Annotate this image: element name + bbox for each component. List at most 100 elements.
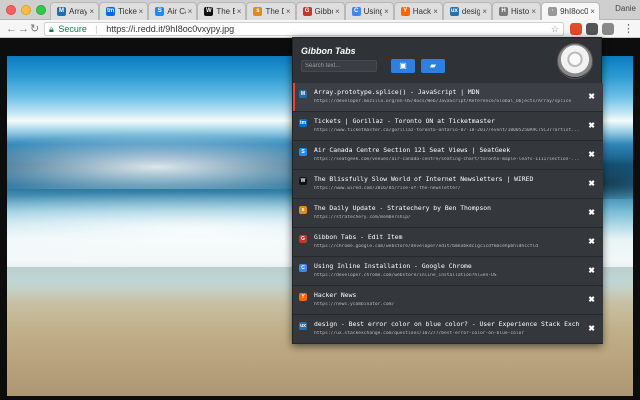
close-tab-icon[interactable]: × <box>286 7 291 16</box>
history-icon: H <box>498 7 508 16</box>
chrome-icon: C <box>351 7 361 16</box>
close-tab-icon[interactable]: × <box>590 7 595 16</box>
browser-tab[interactable]: HHistory× <box>491 2 542 20</box>
close-icon[interactable]: ✖ <box>588 121 595 131</box>
tab-title: Gibbon Tabs - Edit Item <box>314 233 403 241</box>
browser-tab-label: 9hI8oc0 <box>560 7 589 16</box>
hackernews-icon: Y <box>299 293 307 301</box>
tab-url: https://www.wired.com/2016/05/rise-of-th… <box>314 186 461 191</box>
extension-icon[interactable] <box>586 23 598 35</box>
close-icon[interactable]: ✖ <box>588 295 595 305</box>
forward-icon[interactable]: → <box>18 23 29 35</box>
tab-url: https://news.ycombinator.com/ <box>314 302 395 307</box>
tab-list-item[interactable]: G Gibbon Tabs - Edit Item https://chrome.g… <box>293 228 603 257</box>
tab-url: https://stratechery.com/membership/ <box>314 215 411 220</box>
ticketmaster-icon: tm <box>106 7 116 16</box>
browser-tab[interactable]: CUsing In× <box>344 2 394 20</box>
search-input[interactable] <box>301 60 377 72</box>
close-tab-icon[interactable]: × <box>335 7 340 16</box>
browser-tab-label: Using In <box>363 7 383 16</box>
tab-list-item[interactable]: s The Daily Update - Stratechery by Ben T… <box>293 199 603 228</box>
chrome-store-icon: G <box>302 7 312 16</box>
close-tab-icon[interactable]: × <box>531 7 536 16</box>
tab-list: M Array.prototype.splice() - JavaScript |… <box>293 83 603 344</box>
address-bar[interactable]: 🔒︎ Secure | https://i.redd.it/9hI8oc0vxy… <box>44 22 564 36</box>
stratechery-icon: s <box>299 206 307 214</box>
close-window-icon[interactable] <box>6 5 16 15</box>
tab-title: The Blissfully Slow World of Internet Ne… <box>314 175 534 183</box>
chrome-store-icon: G <box>299 235 307 243</box>
browser-toolbar: ← → ↻ 🔒︎ Secure | https://i.redd.it/9hI8… <box>0 20 640 38</box>
tab-list-item[interactable]: M Array.prototype.splice() - JavaScript |… <box>293 83 603 112</box>
profile-name[interactable]: Danie <box>615 4 636 13</box>
browser-tab-label: History <box>510 7 530 16</box>
stratechery-icon: s <box>253 7 263 16</box>
browser-tab-label: Array.pr <box>69 7 88 16</box>
minimize-window-icon[interactable] <box>21 5 31 15</box>
browser-tab-label: Gibbon <box>314 7 333 16</box>
close-tab-icon[interactable]: × <box>89 7 94 16</box>
browser-tab-label: Tickets <box>118 7 137 16</box>
tab-list-item[interactable]: S Air Canada Centre Section 121 Seat View… <box>293 141 603 170</box>
browser-tab-label: design <box>461 7 480 16</box>
fullscreen-window-icon[interactable] <box>36 5 46 15</box>
close-tab-icon[interactable]: × <box>482 7 487 16</box>
tab-list-item[interactable]: Y Hacker News https://news.ycombinator.com… <box>293 286 603 315</box>
gibbon-tabs-popup: Gibbon Tabs ▣ ▰ M Array.prototype.splice(… <box>292 37 603 344</box>
menu-icon[interactable]: ⋮ <box>623 22 634 35</box>
opera-extension-icon[interactable] <box>570 23 582 35</box>
tab-list-item[interactable]: tm Tickets | Gorillaz - Toronto ON at Tic… <box>293 112 603 141</box>
bookmark-star-icon[interactable]: ☆ <box>551 23 559 35</box>
browser-tab[interactable]: MArray.pr× <box>50 2 100 20</box>
secure-label: Secure <box>58 24 87 34</box>
seatgeek-icon: S <box>299 148 307 156</box>
tab-url: https://developer.chrome.com/webstore/in… <box>314 273 497 278</box>
close-tab-icon[interactable]: × <box>237 7 242 16</box>
close-icon[interactable]: ✖ <box>588 324 595 334</box>
separator: | <box>95 24 98 34</box>
tab-title: Array.prototype.splice() - JavaScript | … <box>314 88 480 96</box>
ux-icon: ux <box>449 7 459 16</box>
wired-icon: W <box>204 7 214 16</box>
tab-title: Using Inline Installation - Google Chrom… <box>314 262 472 270</box>
close-tab-icon[interactable]: × <box>188 7 193 16</box>
browser-tab[interactable]: · 9hI8oc0 × <box>541 2 600 20</box>
browser-tab-label: Hacker <box>412 7 431 16</box>
browser-tab[interactable]: uxdesign× <box>442 2 492 20</box>
close-tab-icon[interactable]: × <box>139 7 144 16</box>
close-tab-icon[interactable]: × <box>384 7 389 16</box>
tab-url: https://www.ticketmaster.ca/gorillaz-tor… <box>314 128 579 133</box>
tab-title: Hacker News <box>314 291 357 299</box>
browser-tab-label: Air Cana <box>167 7 185 16</box>
hackernews-icon: Y <box>400 7 410 16</box>
tab-list-item[interactable]: ux design - Best error color on blue colo… <box>293 315 603 344</box>
close-icon[interactable]: ✖ <box>588 92 595 102</box>
close-tab-icon[interactable]: × <box>433 7 438 16</box>
tab-list-item[interactable]: W The Blissfully Slow World of Internet N… <box>293 170 603 199</box>
browser-tab[interactable]: GGibbon× <box>295 2 345 20</box>
close-icon[interactable]: ✖ <box>588 266 595 276</box>
browser-tab[interactable]: YHacker× <box>393 2 443 20</box>
browser-tab[interactable]: sThe Dai× <box>246 2 296 20</box>
tab-url: https://ux.stackexchange.com/questions/1… <box>314 331 525 336</box>
close-icon[interactable]: ✖ <box>588 237 595 247</box>
browser-tab[interactable]: tmTickets× <box>99 2 149 20</box>
wired-icon: W <box>299 177 307 185</box>
reload-icon[interactable]: ↻ <box>30 23 39 35</box>
seatgeek-icon: S <box>155 7 165 16</box>
folder-button[interactable]: ▰ <box>421 59 445 73</box>
browser-tab[interactable]: SAir Cana× <box>148 2 198 20</box>
mdn-icon: M <box>299 90 307 98</box>
close-icon[interactable]: ✖ <box>588 179 595 189</box>
browser-tab[interactable]: WThe Blis× <box>197 2 247 20</box>
back-icon[interactable]: ← <box>6 23 17 35</box>
avatar <box>557 43 593 79</box>
tab-list-item[interactable]: C Using Inline Installation - Google Chro… <box>293 257 603 286</box>
save-window-button[interactable]: ▣ <box>391 59 415 73</box>
ux-icon: ux <box>299 322 307 330</box>
close-icon[interactable]: ✖ <box>588 150 595 160</box>
tab-strip: MArray.pr×tmTickets×SAir Cana×WThe Blis×… <box>0 0 640 20</box>
gibbon-extension-icon[interactable] <box>602 23 614 35</box>
close-icon[interactable]: ✖ <box>588 208 595 218</box>
tab-title: Air Canada Centre Section 121 Seat Views… <box>314 146 511 154</box>
